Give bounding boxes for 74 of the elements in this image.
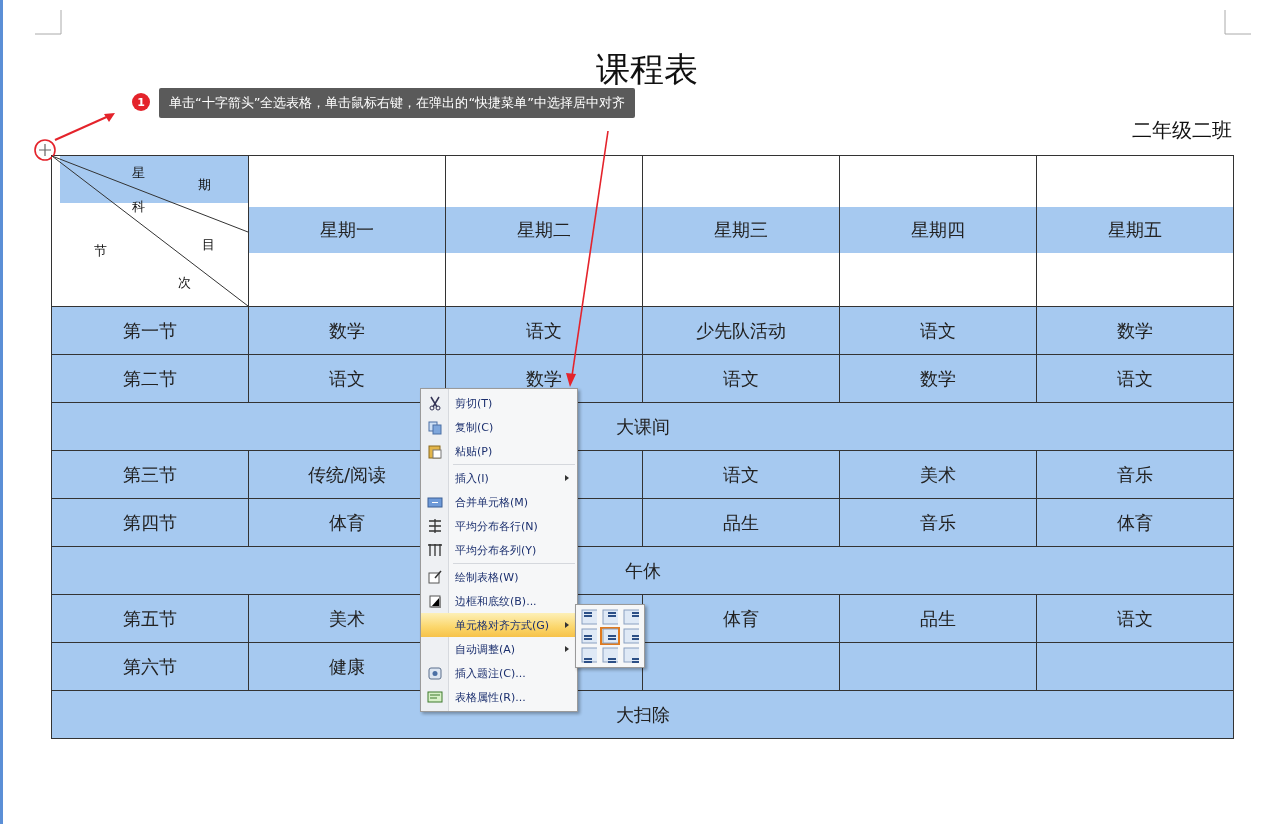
table-cell: 语文 xyxy=(1037,595,1233,642)
alignment-button[interactable] xyxy=(621,627,641,645)
table-cell: 语文 xyxy=(446,307,642,354)
annotation-callout: 单击“十字箭头”全选表格，单击鼠标右键，在弹出的“快捷菜单”中选择居中对齐 xyxy=(159,88,635,118)
corner-label: 节 xyxy=(94,242,107,260)
move-handle-icon[interactable] xyxy=(34,139,56,161)
alignment-button[interactable] xyxy=(600,646,620,664)
table-cell: 音乐 xyxy=(840,499,1036,546)
alignment-button[interactable] xyxy=(579,627,599,645)
alignment-icon xyxy=(623,628,639,644)
crop-mark xyxy=(33,8,63,36)
table-cell: 美术 xyxy=(840,451,1036,498)
alignment-button[interactable] xyxy=(600,608,620,626)
table-cell: 数学 xyxy=(1037,307,1233,354)
alignment-icon xyxy=(581,609,597,625)
weekday-header: 星期四 xyxy=(840,207,1036,253)
menu-item-icon xyxy=(427,419,443,435)
alignment-button[interactable] xyxy=(579,646,599,664)
corner-label: 科 xyxy=(132,198,145,216)
arrow xyxy=(53,110,117,142)
table-cell: 品生 xyxy=(643,499,839,546)
menu-item-icon xyxy=(427,689,443,705)
alignment-icon xyxy=(602,628,618,644)
menu-item-icon xyxy=(427,542,443,558)
menu-item-icon xyxy=(427,665,443,681)
document-title: 课程表 xyxy=(595,48,698,90)
table-cell: 品生 xyxy=(840,595,1036,642)
table-cell: 语文 xyxy=(643,355,839,402)
corner-label: 星 xyxy=(132,164,145,182)
table-cell: 少先队活动 xyxy=(643,307,839,354)
table-cell: 语文 xyxy=(840,307,1036,354)
class-label: 二年级二班 xyxy=(1132,117,1232,144)
period-cell: 第六节 xyxy=(52,643,248,690)
period-cell: 第五节 xyxy=(52,595,248,642)
table-cell: 音乐 xyxy=(1037,451,1233,498)
crop-mark xyxy=(1223,8,1253,36)
period-cell: 第四节 xyxy=(52,499,248,546)
menu-item-icon xyxy=(427,593,443,609)
alignment-button[interactable] xyxy=(600,627,620,645)
table-cell: 体育 xyxy=(1037,499,1233,546)
table-cell: 数学 xyxy=(249,307,445,354)
corner-label: 目 xyxy=(202,236,215,254)
alignment-icon xyxy=(602,609,618,625)
step-number: 1 xyxy=(132,93,150,111)
alignment-button[interactable] xyxy=(621,646,641,664)
weekday-header: 星期三 xyxy=(643,207,839,253)
weekday-header: 星期五 xyxy=(1037,207,1233,253)
menu-item[interactable]: 单元格对齐方式(G) xyxy=(421,613,577,637)
alignment-button[interactable] xyxy=(579,608,599,626)
table-cell: 体育 xyxy=(643,595,839,642)
menu-item-icon xyxy=(427,518,443,534)
menu-item-icon xyxy=(427,569,443,585)
weekday-header: 星期二 xyxy=(446,207,642,253)
alignment-button[interactable] xyxy=(621,608,641,626)
weekday-header: 星期一 xyxy=(249,207,445,253)
table-cell: 数学 xyxy=(840,355,1036,402)
alignment-icon xyxy=(623,647,639,663)
menu-item-icon xyxy=(427,395,443,411)
alignment-icon xyxy=(581,628,597,644)
period-cell: 第一节 xyxy=(52,307,248,354)
corner-label: 期 xyxy=(198,176,211,194)
alignment-icon xyxy=(602,647,618,663)
alignment-icon xyxy=(623,609,639,625)
table-cell: 语文 xyxy=(249,355,445,402)
period-cell: 第二节 xyxy=(52,355,248,402)
table-cell: 语文 xyxy=(643,451,839,498)
corner-label: 次 xyxy=(178,274,191,292)
table-cell: 语文 xyxy=(1037,355,1233,402)
menu-item-icon xyxy=(427,443,443,459)
menu-item[interactable]: 绘制表格(W) xyxy=(421,565,577,589)
period-cell: 第三节 xyxy=(52,451,248,498)
alignment-icon xyxy=(581,647,597,663)
menu-item[interactable]: 复制(C) xyxy=(421,415,577,439)
menu-item-icon xyxy=(427,494,443,510)
